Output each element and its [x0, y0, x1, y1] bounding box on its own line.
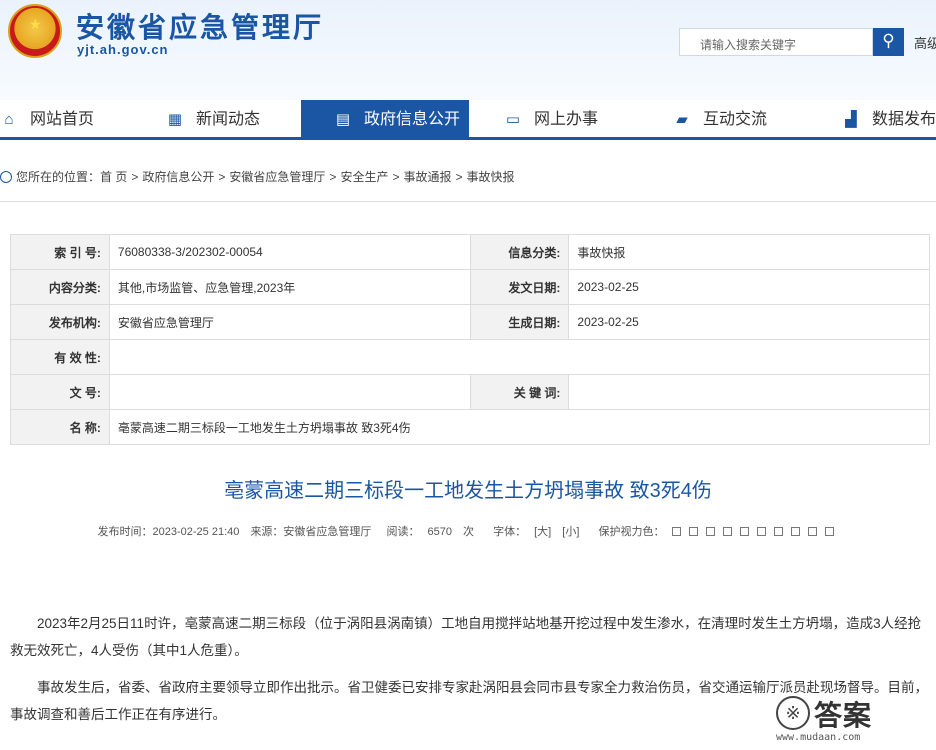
national-emblem-icon: ★	[8, 4, 62, 58]
breadcrumb: 您所在的位置：首 页 > 政府信息公开 > 安徽省应急管理厅 > 安全生产 > 事故通报 > 事故快…	[0, 168, 515, 192]
gendate-label: 生成日期:	[469, 304, 570, 340]
pubdate-value: 2023-02-25	[568, 269, 930, 305]
nav-label: 网上办事	[534, 111, 599, 128]
eye-color-option[interactable]	[740, 527, 750, 536]
font-big-button[interactable]: [大]	[534, 526, 551, 538]
chart-icon: ▟	[845, 111, 857, 128]
table-row: 内容分类: 其他,市场监管、应急管理,2023年 发文日期: 2023-02-2…	[10, 269, 930, 305]
location-icon	[0, 171, 12, 183]
docno-label: 文 号:	[10, 374, 110, 410]
content-label: 内容分类:	[10, 269, 110, 305]
source: 来源：安徽省应急管理厅	[250, 526, 372, 538]
monitor-icon: ▭	[505, 111, 521, 128]
name-label: 名 称:	[10, 409, 110, 445]
document-meta-table: 索 引 号: 76080338-3/202302-00054 信息分类: 事故快…	[10, 234, 931, 445]
nav-label: 政府信息公开	[364, 111, 461, 128]
watermark-url: www.mudaan.com	[776, 732, 861, 743]
breadcrumb-item[interactable]: 事故通报	[403, 170, 451, 184]
eye-color-option[interactable]	[774, 527, 784, 536]
chat-icon: ▰	[676, 111, 688, 128]
article-paragraph: 2023年2月25日11时许，亳蒙高速二期三标段（位于涡阳县涡南镇）工地自用搅拌…	[10, 616, 922, 658]
article-title: 亳蒙高速二期三标段一工地发生土方坍塌事故 致3死4伤	[224, 480, 712, 502]
views-unit: 次	[463, 526, 475, 538]
site-header: ★ 安徽省应急管理厅 yjt.ah.gov.cn 请输入搜索关键字 ⚲ 高级	[0, 0, 936, 100]
name-value: 亳蒙高速二期三标段一工地发生土方坍塌事故 致3死4伤	[108, 409, 931, 445]
eye-color-option[interactable]	[689, 527, 699, 536]
breadcrumb-item[interactable]: 事故快报	[467, 170, 515, 184]
nav-label: 互动交流	[703, 111, 768, 128]
breadcrumb-prefix: 您所在的位置：	[16, 170, 101, 184]
watermark-logo-icon: ※	[776, 696, 810, 730]
divider	[0, 201, 936, 202]
news-icon: ▦	[167, 111, 183, 128]
document-icon: ▤	[335, 111, 351, 128]
eye-color-option[interactable]	[672, 527, 682, 536]
article-info: 发布时间：2023-02-25 21:40 来源：安徽省应急管理厅 阅读： 657…	[0, 523, 936, 539]
nav-label: 数据发布	[872, 111, 936, 128]
category-label: 信息分类:	[469, 234, 570, 270]
table-row: 有 效 性:	[10, 339, 931, 375]
views-count: 6570	[427, 526, 452, 538]
docno-value	[108, 374, 471, 410]
watermark-text: 答案	[814, 700, 873, 731]
org-label: 发布机构:	[10, 304, 110, 340]
gendate-value: 2023-02-25	[568, 304, 930, 340]
breadcrumb-item[interactable]: 安全生产	[340, 170, 388, 184]
eye-color-option[interactable]	[706, 527, 716, 536]
table-row: 索 引 号: 76080338-3/202302-00054 信息分类: 事故快…	[10, 234, 930, 270]
site-url: yjt.ah.gov.cn	[77, 42, 169, 57]
search-button[interactable]: ⚲	[873, 28, 904, 56]
nav-label: 新闻动态	[196, 111, 261, 128]
font-small-button[interactable]: [小]	[562, 526, 579, 538]
index-label: 索 引 号:	[10, 234, 110, 270]
nav-item-news[interactable]: ▦ 新闻动态	[166, 100, 296, 140]
advanced-search-link[interactable]: 高级	[914, 33, 936, 52]
nav-item-data[interactable]: ▟ 数据发布	[842, 100, 936, 140]
site-name[interactable]: 安徽省应急管理厅	[76, 6, 324, 46]
eye-color-option[interactable]	[825, 527, 835, 536]
table-row: 文 号: 关 键 词:	[10, 374, 930, 410]
breadcrumb-item[interactable]: 政府信息公开	[142, 170, 214, 184]
nav-item-online-service[interactable]: ▭ 网上办事	[504, 100, 634, 140]
pubdate-label: 发文日期:	[469, 269, 570, 305]
nav-label: 网站首页	[30, 111, 95, 128]
main-nav: ⌂ 网站首页 ▦ 新闻动态 ▤ 政府信息公开 ▭ 网上办事 ▰ 互动交流 ▟ 数据发布	[0, 100, 936, 140]
validity-value	[108, 339, 931, 375]
nav-item-interaction[interactable]: ▰ 互动交流	[673, 100, 803, 140]
keyword-value	[568, 374, 930, 410]
watermark: ※ 答案 www.mudaan.com	[776, 696, 936, 750]
nav-item-home[interactable]: ⌂ 网站首页	[0, 100, 150, 140]
views-label: 阅读：	[386, 526, 420, 538]
table-row: 发布机构: 安徽省应急管理厅 生成日期: 2023-02-25	[10, 304, 930, 340]
font-label: 字体：	[493, 526, 527, 538]
eye-care-label: 保护视力色：	[598, 526, 665, 538]
org-value: 安徽省应急管理厅	[108, 304, 471, 340]
validity-label: 有 效 性:	[10, 339, 110, 375]
search-icon: ⚲	[882, 31, 895, 50]
table-row: 名 称: 亳蒙高速二期三标段一工地发生土方坍塌事故 致3死4伤	[10, 409, 931, 445]
eye-color-option[interactable]	[723, 527, 733, 536]
category-value: 事故快报	[568, 234, 930, 270]
eye-color-option[interactable]	[808, 527, 818, 536]
content-value: 其他,市场监管、应急管理,2023年	[108, 269, 471, 305]
keyword-label: 关 键 词:	[469, 374, 570, 410]
publish-time: 发布时间：2023-02-25 21:40	[97, 526, 240, 538]
search-input[interactable]: 请输入搜索关键字	[679, 28, 873, 56]
breadcrumb-item[interactable]: 首 页	[100, 170, 127, 184]
index-value: 76080338-3/202302-00054	[108, 234, 471, 270]
home-icon: ⌂	[4, 111, 14, 128]
eye-color-option[interactable]	[757, 527, 767, 536]
breadcrumb-item[interactable]: 安徽省应急管理厅	[229, 170, 325, 184]
nav-item-gov-info[interactable]: ▤ 政府信息公开	[301, 100, 469, 140]
eye-color-option[interactable]	[791, 527, 801, 536]
